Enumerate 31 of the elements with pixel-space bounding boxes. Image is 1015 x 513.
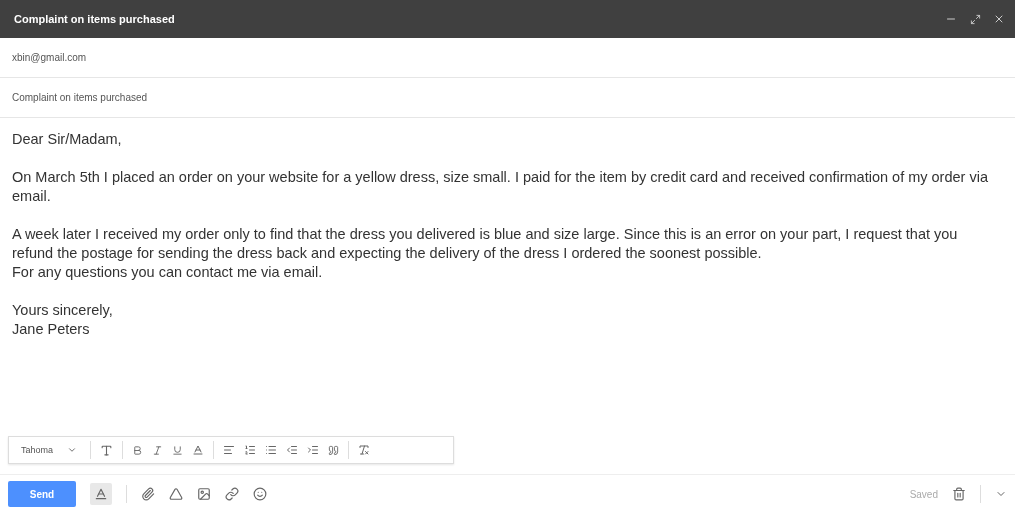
body-text: A week later I received my order only to find that the dress you delivered is blue and size large. Since this is an error on your part, I request that you refund the postage for sending the dress back and expecting the delivery of the dress I ordered the soonest possible.	[12, 225, 959, 263]
formatting-toggle-icon[interactable]	[90, 483, 112, 505]
link-icon[interactable]	[225, 487, 239, 501]
align-icon[interactable]	[223, 444, 236, 456]
subject-field[interactable]: Complaint on items purchased	[12, 92, 412, 103]
triangle-icon[interactable]	[169, 487, 183, 501]
numbered-list-icon[interactable]	[244, 444, 257, 456]
body-text: Dear Sir/Madam,	[12, 130, 123, 149]
underline-icon[interactable]	[172, 444, 184, 456]
body-text: Jane Peters	[12, 320, 91, 339]
paperclip-icon[interactable]	[141, 487, 155, 501]
save-status: Saved	[909, 488, 938, 500]
recipient-field[interactable]: xbin@gmail.com	[12, 52, 412, 63]
window-title: Complaint on items purchased	[14, 13, 176, 25]
indent-more-icon[interactable]	[307, 444, 320, 456]
quote-icon[interactable]	[328, 444, 340, 456]
bulleted-list-icon[interactable]	[265, 444, 278, 456]
indent-less-icon[interactable]	[286, 444, 299, 456]
body-text: On March 5th I placed an order on your website for a yellow dress, size small. I paid for the item by credit card and received confirmation of my order via email.	[12, 168, 989, 206]
body-text: For any questions you can contact me via email.	[12, 263, 324, 282]
caret-icon	[67, 445, 78, 455]
font-selector[interactable]: Tahoma	[17, 445, 82, 455]
font-size-icon[interactable]	[100, 443, 114, 457]
italic-icon[interactable]	[152, 444, 164, 456]
body-text: Yours sincerely,	[12, 301, 114, 320]
image-icon[interactable]	[197, 487, 211, 501]
text-color-icon[interactable]	[192, 444, 205, 456]
remove-formatting-icon[interactable]	[358, 444, 371, 456]
trash-icon[interactable]	[952, 487, 966, 501]
emoji-icon[interactable]	[253, 487, 267, 501]
bold-icon[interactable]	[132, 444, 144, 456]
